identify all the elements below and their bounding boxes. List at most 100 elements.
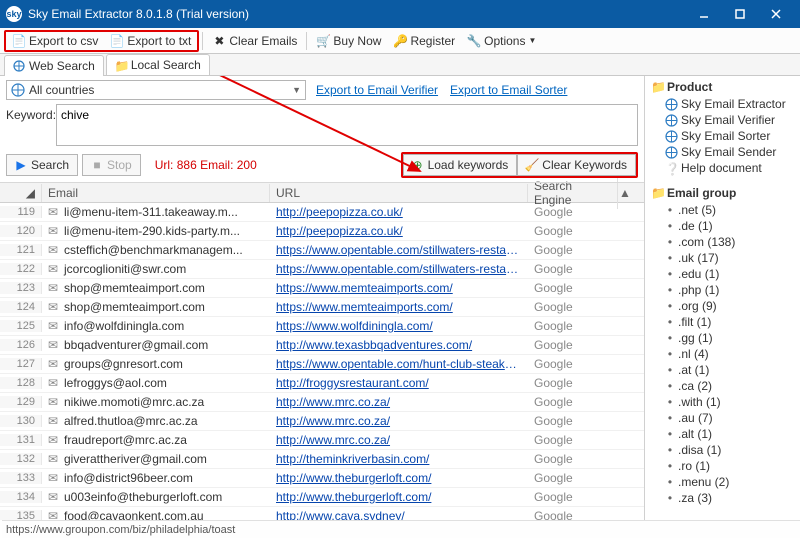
table-row[interactable]: 124✉shop@memteaimport.comhttps://www.mem… (0, 298, 644, 317)
email-group-item[interactable]: •.au (7) (651, 410, 794, 426)
table-row[interactable]: 130✉alfred.thutloa@mrc.ac.zahttp://www.m… (0, 412, 644, 431)
register-button[interactable]: 🔑Register (387, 32, 461, 50)
envelope-icon: ✉ (48, 509, 62, 520)
url-link[interactable]: http://www.cava.sydney/ (270, 509, 528, 520)
bullet-icon: • (665, 443, 675, 457)
email-group-item[interactable]: •.disa (1) (651, 442, 794, 458)
email-group-item[interactable]: •.nl (4) (651, 346, 794, 362)
clear-keywords-button[interactable]: 🧹Clear Keywords (517, 154, 636, 176)
url-link[interactable]: https://www.opentable.com/stillwaters-re… (270, 262, 528, 276)
folder-icon: 📁 (651, 80, 665, 94)
email-group-item[interactable]: •.at (1) (651, 362, 794, 378)
plus-icon: ⊕ (412, 159, 424, 171)
url-link[interactable]: https://www.opentable.com/stillwaters-re… (270, 243, 528, 257)
scroll-up-icon[interactable]: ▲ (618, 186, 632, 200)
options-button[interactable]: 🔧Options▼ (461, 32, 542, 50)
table-row[interactable]: 123✉shop@memteaimport.comhttps://www.mem… (0, 279, 644, 298)
url-link[interactable]: https://www.memteaimports.com/ (270, 300, 528, 314)
maximize-button[interactable] (722, 0, 758, 28)
url-link[interactable]: https://www.wolfdiningla.com/ (270, 319, 528, 333)
email-group-item[interactable]: •.uk (17) (651, 250, 794, 266)
table-row[interactable]: 133✉info@district96beer.comhttp://www.th… (0, 469, 644, 488)
email-group-header[interactable]: 📁Email group (651, 186, 794, 200)
email-group-item[interactable]: •.filt (1) (651, 314, 794, 330)
grid-body[interactable]: 119✉li@menu-item-311.takeaway.m...http:/… (0, 203, 644, 520)
table-row[interactable]: 126✉bbqadventurer@gmail.comhttp://www.te… (0, 336, 644, 355)
product-link[interactable]: ❔Help document (651, 160, 794, 176)
close-button[interactable] (758, 0, 794, 28)
email-group-item[interactable]: •.ro (1) (651, 458, 794, 474)
minimize-button[interactable] (686, 0, 722, 28)
url-link[interactable]: http://www.texasbbqadventures.com/ (270, 338, 528, 352)
url-link[interactable]: http://www.mrc.co.za/ (270, 433, 528, 447)
folder-icon: 📁 (115, 59, 127, 71)
bullet-icon: • (665, 251, 675, 265)
table-row[interactable]: 119✉li@menu-item-311.takeaway.m...http:/… (0, 203, 644, 222)
table-row[interactable]: 129✉nikiwe.momoti@mrc.ac.zahttp://www.mr… (0, 393, 644, 412)
table-row[interactable]: 131✉fraudreport@mrc.ac.zahttp://www.mrc.… (0, 431, 644, 450)
tab-local-search[interactable]: 📁Local Search (106, 54, 210, 75)
url-link[interactable]: https://www.memteaimports.com/ (270, 281, 528, 295)
url-link[interactable]: http://www.theburgerloft.com/ (270, 490, 528, 504)
url-link[interactable]: http://www.theburgerloft.com/ (270, 471, 528, 485)
search-button[interactable]: ▶Search (6, 154, 78, 176)
url-link[interactable]: http://theminkriverbasin.com/ (270, 452, 528, 466)
product-link[interactable]: Sky Email Sorter (651, 128, 794, 144)
product-link[interactable]: Sky Email Verifier (651, 112, 794, 128)
export-sorter-link[interactable]: Export to Email Sorter (450, 83, 567, 97)
main-toolbar: 📄Export to csv 📄Export to txt ✖Clear Ema… (0, 28, 800, 54)
table-row[interactable]: 122✉jcorcoglioniti@swr.comhttps://www.op… (0, 260, 644, 279)
export-txt-button[interactable]: 📄Export to txt (104, 32, 197, 50)
buy-now-button[interactable]: 🛒Buy Now (310, 32, 387, 50)
bullet-icon: • (665, 379, 675, 393)
tab-web-search[interactable]: Web Search (4, 55, 104, 76)
country-select[interactable]: All countries ▼ (6, 80, 306, 100)
col-email[interactable]: Email (42, 184, 270, 202)
email-group-item[interactable]: •.edu (1) (651, 266, 794, 282)
table-row[interactable]: 121✉csteffich@benchmarkmanagem...https:/… (0, 241, 644, 260)
sidebar: 📁Product Sky Email ExtractorSky Email Ve… (645, 76, 800, 520)
col-url[interactable]: URL (270, 184, 528, 202)
clear-emails-button[interactable]: ✖Clear Emails (206, 32, 303, 50)
envelope-icon: ✉ (48, 414, 62, 428)
product-header[interactable]: 📁Product (651, 80, 794, 94)
col-rownum[interactable]: ◢ (0, 184, 42, 202)
bullet-icon: • (665, 267, 675, 281)
email-group-item[interactable]: •.gg (1) (651, 330, 794, 346)
email-group-item[interactable]: •.net (5) (651, 202, 794, 218)
product-link[interactable]: Sky Email Extractor (651, 96, 794, 112)
keyword-input[interactable] (56, 104, 638, 146)
email-group-item[interactable]: •.ca (2) (651, 378, 794, 394)
url-link[interactable]: http://www.mrc.co.za/ (270, 414, 528, 428)
table-row[interactable]: 120✉li@menu-item-290.kids-party.m...http… (0, 222, 644, 241)
email-group-item[interactable]: •.with (1) (651, 394, 794, 410)
export-verifier-link[interactable]: Export to Email Verifier (316, 83, 438, 97)
email-group-item[interactable]: •.com (138) (651, 234, 794, 250)
load-keywords-button[interactable]: ⊕Load keywords (403, 154, 518, 176)
email-group-item[interactable]: •.za (3) (651, 490, 794, 506)
table-row[interactable]: 134✉u003einfo@theburgerloft.comhttp://ww… (0, 488, 644, 507)
url-link[interactable]: http://peepopizza.co.uk/ (270, 205, 528, 219)
chevron-down-icon: ▼ (292, 85, 301, 95)
bullet-icon: • (665, 427, 675, 441)
table-row[interactable]: 127✉groups@gnresort.comhttps://www.opent… (0, 355, 644, 374)
url-link[interactable]: https://www.opentable.com/hunt-club-stea… (270, 357, 528, 371)
table-row[interactable]: 128✉lefroggys@aol.comhttp://froggysresta… (0, 374, 644, 393)
table-row[interactable]: 125✉info@wolfdiningla.comhttps://www.wol… (0, 317, 644, 336)
stop-icon: ■ (91, 159, 103, 171)
email-group-item[interactable]: •.menu (2) (651, 474, 794, 490)
url-link[interactable]: http://froggysrestaurant.com/ (270, 376, 528, 390)
export-csv-button[interactable]: 📄Export to csv (6, 32, 104, 50)
folder-icon: 📁 (651, 186, 665, 200)
bullet-icon: • (665, 219, 675, 233)
email-group-item[interactable]: •.org (9) (651, 298, 794, 314)
email-group-item[interactable]: •.de (1) (651, 218, 794, 234)
table-row[interactable]: 132✉giverattheriver@gmail.comhttp://them… (0, 450, 644, 469)
url-link[interactable]: http://peepopizza.co.uk/ (270, 224, 528, 238)
email-group-item[interactable]: •.alt (1) (651, 426, 794, 442)
email-group-item[interactable]: •.php (1) (651, 282, 794, 298)
table-row[interactable]: 135✉food@cavaonkent.com.auhttp://www.cav… (0, 507, 644, 520)
url-link[interactable]: http://www.mrc.co.za/ (270, 395, 528, 409)
stop-button[interactable]: ■Stop (82, 154, 141, 176)
product-link[interactable]: Sky Email Sender (651, 144, 794, 160)
